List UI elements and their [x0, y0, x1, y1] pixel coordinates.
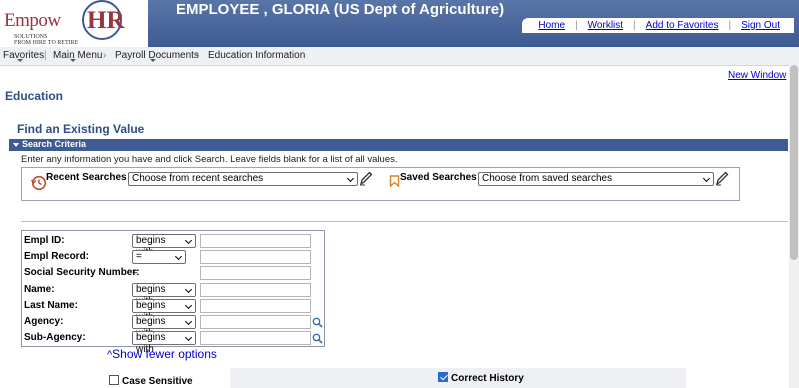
main-menu[interactable]: Main Menu	[53, 50, 102, 61]
last-name-label: Last Name:	[24, 300, 78, 311]
payroll-documents-dropdown-icon[interactable]	[150, 59, 156, 62]
favorites-menu[interactable]: Favorites	[3, 50, 44, 61]
sub-agency-input[interactable]	[200, 331, 311, 345]
find-existing-value-title: Find an Existing Value	[17, 122, 145, 136]
breadcrumb-payroll-documents[interactable]: Payroll Documents	[115, 50, 199, 61]
edit-pencil-icon[interactable]	[359, 170, 373, 186]
ssn-operator: =	[132, 267, 138, 278]
correct-history-checkbox[interactable]	[438, 372, 448, 382]
search-criteria-header[interactable]: Search Criteria	[9, 139, 788, 151]
search-criteria-fields: Empl ID: begins with Empl Record: = Soci…	[21, 230, 325, 355]
page-title: Education	[5, 89, 64, 103]
recent-searches-select[interactable]: Choose from recent searches	[128, 172, 358, 186]
add-to-favorites-link[interactable]: Add to Favorites	[636, 20, 729, 31]
ssn-input[interactable]	[200, 266, 311, 280]
case-sensitive-label: Case Sensitive	[122, 376, 193, 387]
scrollbar-thumb[interactable]	[790, 65, 798, 260]
empowhr-logo: Empow HR SOLUTIONS FROM HIRE TO RETIRE	[0, 0, 148, 47]
agency-input[interactable]	[200, 315, 311, 329]
agency-label: Agency:	[24, 316, 64, 327]
agency-operator[interactable]: begins with	[132, 315, 196, 339]
banner: Empow HR SOLUTIONS FROM HIRE TO RETIRE EM…	[0, 0, 799, 48]
recent-saved-searches-box: Recent Searches Choose from recent searc…	[21, 167, 740, 201]
empl-id-label: Empl ID:	[24, 235, 65, 246]
sub-agency-lookup-icon[interactable]	[312, 333, 323, 344]
empl-record-label: Empl Record:	[24, 251, 90, 262]
recent-searches-label: Recent Searches	[46, 172, 127, 183]
collapse-triangle-icon[interactable]	[13, 143, 19, 147]
empl-record-operator[interactable]: =	[132, 250, 186, 264]
empl-record-input[interactable]	[200, 250, 311, 264]
main-menu-dropdown-icon[interactable]	[70, 59, 76, 62]
chevron-right-icon: ›	[196, 50, 200, 61]
saved-searches-label: Saved Searches	[400, 172, 477, 183]
saved-bookmark-icon	[389, 175, 400, 187]
empl-id-input[interactable]	[200, 234, 311, 248]
ssn-label: Social Security Number:	[24, 267, 140, 278]
sign-out-link[interactable]: Sign Out	[731, 20, 790, 31]
sub-agency-label: Sub-Agency:	[24, 332, 86, 343]
last-name-operator[interactable]: begins with	[132, 299, 196, 323]
edit-pencil-icon[interactable]	[715, 170, 729, 186]
top-links: Home | Worklist | Add to Favorites | Sign O…	[522, 18, 794, 33]
worklist-link[interactable]: Worklist	[578, 20, 633, 31]
breadcrumb-current: Education Information	[208, 50, 306, 61]
new-window-link[interactable]: New Window	[728, 70, 786, 81]
chevron-right-icon: ›	[103, 50, 107, 61]
agency-lookup-icon[interactable]	[312, 317, 323, 328]
show-fewer-options-link[interactable]: ^Show fewer options	[107, 347, 217, 361]
vertical-scrollbar[interactable]	[789, 65, 799, 388]
last-name-input[interactable]	[200, 299, 311, 313]
banner-ghost-text: ▔▔▔▔▔	[466, 0, 514, 8]
favorites-dropdown-icon[interactable]	[17, 59, 23, 62]
recent-clock-icon	[30, 175, 47, 191]
name-label: Name:	[24, 284, 55, 295]
name-input[interactable]	[200, 283, 311, 297]
divider	[21, 221, 788, 222]
saved-searches-select[interactable]: Choose from saved searches	[478, 172, 714, 186]
home-link[interactable]: Home	[528, 20, 575, 31]
search-instructions: Enter any information you have and click…	[21, 154, 398, 165]
sub-agency-operator[interactable]: begins with	[132, 331, 196, 355]
breadcrumb: Favorites | Main Menu › Payroll Document…	[0, 47, 799, 66]
empl-id-operator[interactable]: begins with	[132, 234, 196, 258]
case-sensitive-checkbox[interactable]	[109, 375, 119, 385]
employee-title: EMPLOYEE , GLORIA (US Dept of Agricultur…	[176, 1, 505, 18]
name-operator[interactable]: begins with	[132, 283, 196, 307]
correct-history-label: Correct History	[451, 373, 524, 384]
